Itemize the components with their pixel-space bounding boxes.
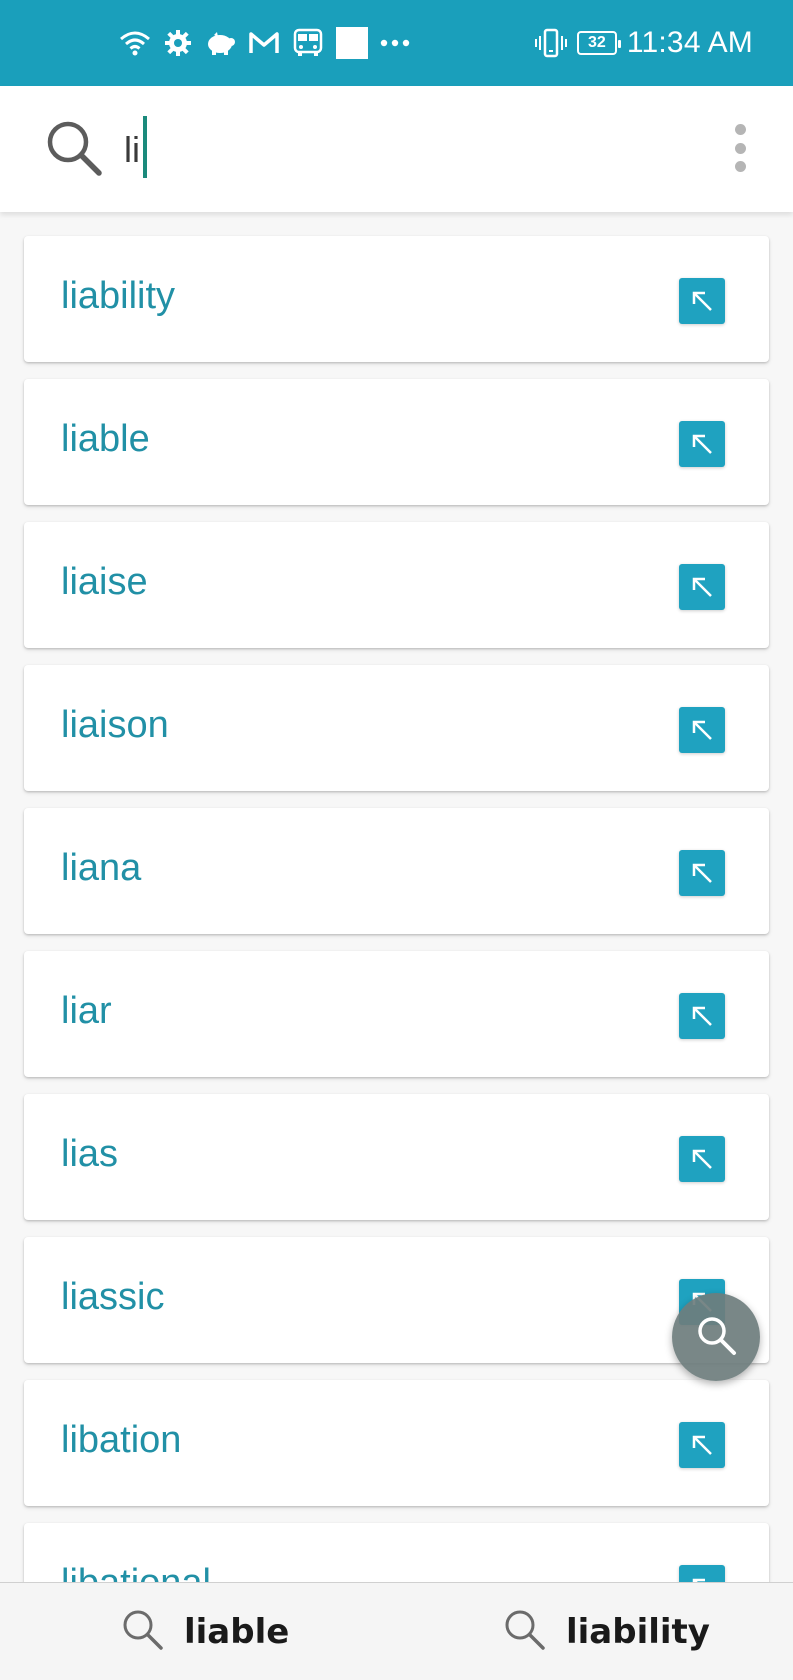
recent-searches-bar: liable liability bbox=[0, 1582, 793, 1680]
status-bar: 32 11:34 AM bbox=[0, 0, 793, 86]
suggestion-label: lias bbox=[61, 1133, 119, 1175]
more-options-icon[interactable] bbox=[718, 118, 762, 178]
search-input[interactable]: li bbox=[124, 130, 140, 170]
search-icon bbox=[502, 1607, 548, 1658]
suggestion-card[interactable]: liar bbox=[24, 951, 769, 1077]
bus-icon bbox=[292, 28, 324, 58]
wifi-icon bbox=[118, 29, 152, 57]
suggestion-label: liaise bbox=[61, 561, 148, 603]
insert-arrow-icon[interactable] bbox=[679, 993, 725, 1039]
insert-arrow-icon[interactable] bbox=[679, 278, 725, 324]
floating-search-button[interactable] bbox=[672, 1293, 760, 1381]
more-dots-icon bbox=[380, 38, 410, 48]
search-icon bbox=[692, 1311, 740, 1364]
suggestion-label: liability bbox=[61, 275, 176, 317]
suggestion-card[interactable]: liassic bbox=[24, 1237, 769, 1363]
suggestion-card[interactable]: liaison bbox=[24, 665, 769, 791]
insert-arrow-icon[interactable] bbox=[679, 707, 725, 753]
search-icon[interactable] bbox=[44, 118, 104, 178]
white-square-icon bbox=[336, 27, 368, 59]
insert-arrow-icon[interactable] bbox=[679, 850, 725, 896]
insert-arrow-icon[interactable] bbox=[679, 564, 725, 610]
battery-icon: 32 bbox=[576, 31, 621, 55]
recent-search-item[interactable]: liable bbox=[120, 1583, 289, 1680]
settings-icon bbox=[164, 29, 192, 57]
suggestion-card[interactable]: liability bbox=[24, 236, 769, 362]
suggestion-card[interactable]: lias bbox=[24, 1094, 769, 1220]
recent-search-item[interactable]: liability bbox=[502, 1583, 710, 1680]
suggestion-label: liar bbox=[61, 990, 112, 1032]
vibrate-icon bbox=[534, 28, 567, 58]
insert-arrow-icon[interactable] bbox=[679, 1136, 725, 1182]
suggestion-label: liaison bbox=[61, 704, 169, 746]
suggestion-card[interactable]: libation bbox=[24, 1380, 769, 1506]
suggestion-label: liassic bbox=[61, 1276, 165, 1318]
gmail-icon bbox=[248, 31, 280, 55]
insert-arrow-icon[interactable] bbox=[679, 421, 725, 467]
status-icons-right: 32 11:34 AM bbox=[534, 22, 753, 64]
suggestion-label: liana bbox=[61, 847, 142, 889]
search-header: li bbox=[0, 86, 793, 212]
suggestion-list: liability liable liaise liaison liana li… bbox=[0, 212, 793, 1582]
recent-search-label: liable bbox=[184, 1612, 290, 1652]
suggestion-card[interactable]: liable bbox=[24, 379, 769, 505]
suggestion-card[interactable]: libational bbox=[24, 1523, 769, 1582]
suggestion-label: liable bbox=[61, 418, 150, 460]
recent-search-label: liability bbox=[566, 1612, 710, 1652]
piggy-bank-icon bbox=[204, 30, 236, 56]
suggestion-card[interactable]: liaise bbox=[24, 522, 769, 648]
status-icons-left bbox=[118, 22, 410, 64]
text-caret bbox=[143, 116, 147, 178]
suggestion-card[interactable]: liana bbox=[24, 808, 769, 934]
suggestion-label: libation bbox=[61, 1419, 182, 1461]
suggestion-label: libational bbox=[61, 1561, 211, 1582]
search-icon bbox=[120, 1607, 166, 1658]
clock: 11:34 AM bbox=[626, 26, 753, 59]
insert-arrow-icon[interactable] bbox=[679, 1422, 725, 1468]
insert-arrow-icon[interactable] bbox=[679, 1565, 725, 1582]
